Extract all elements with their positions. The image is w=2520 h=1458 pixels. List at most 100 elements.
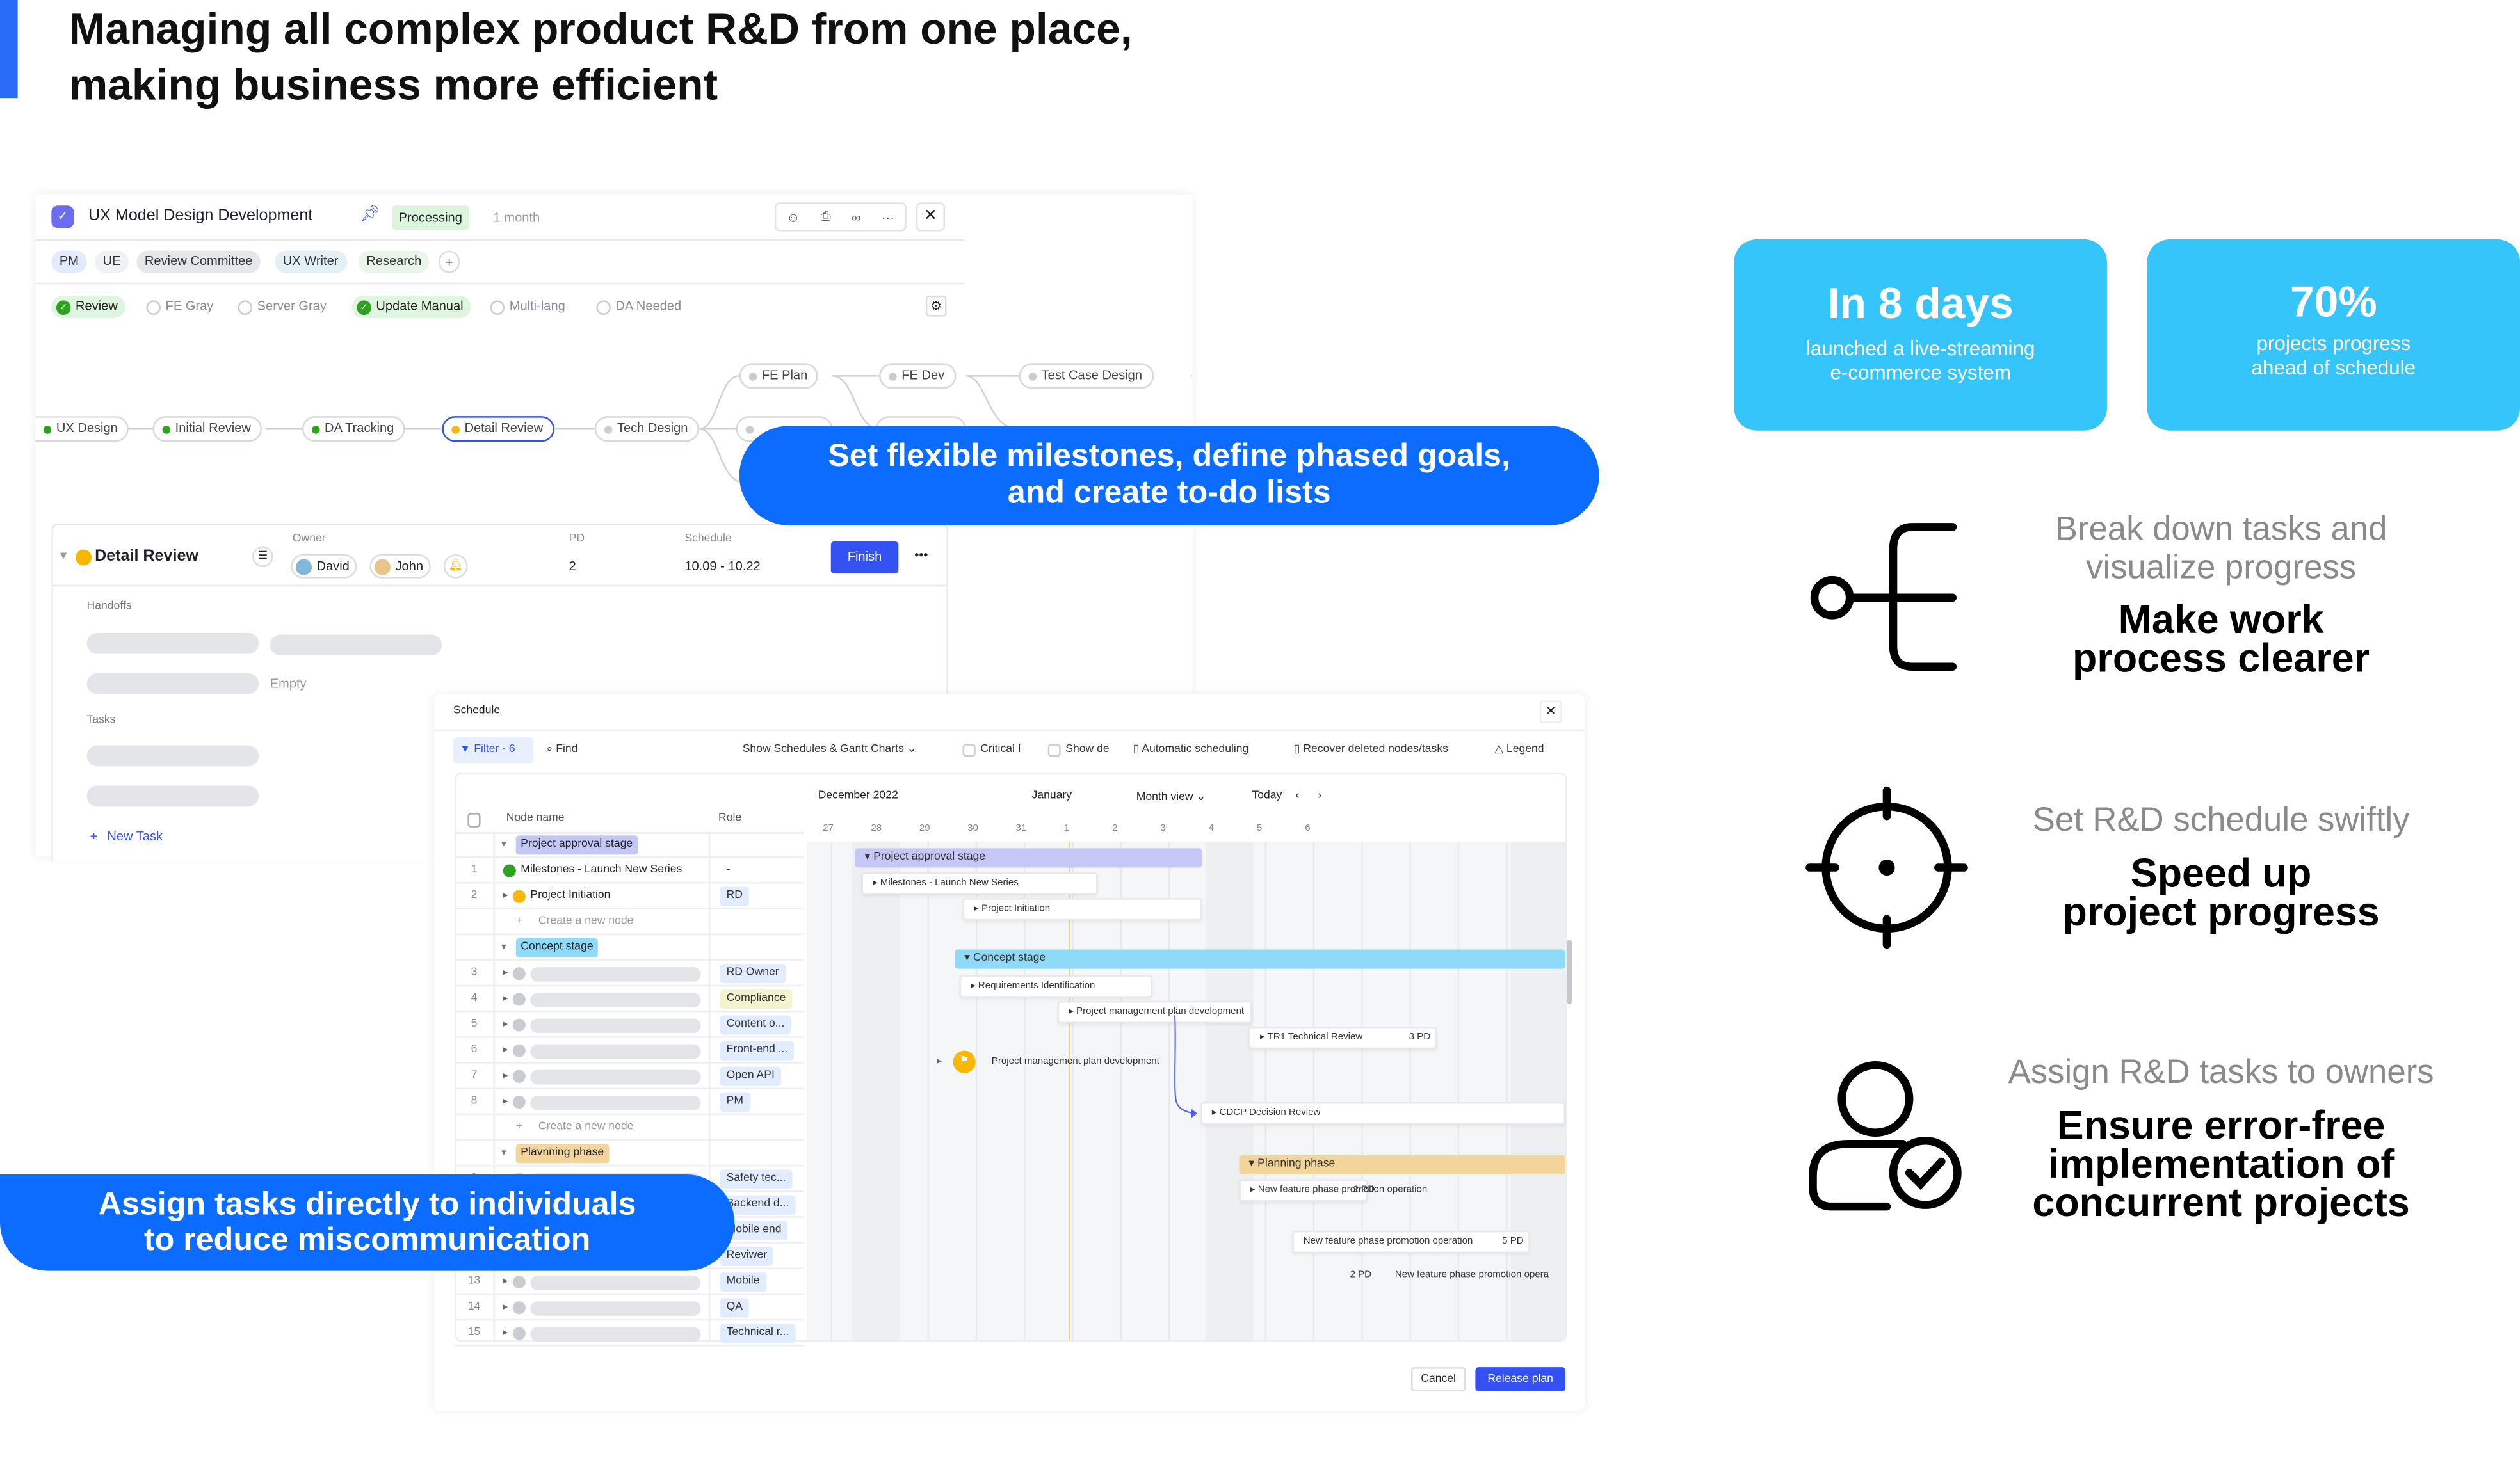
gantt-task[interactable]: ▸ CDCP Decision Review [1200,1102,1565,1125]
cancel-button[interactable]: Cancel [1410,1367,1466,1391]
owner-chip[interactable]: John [369,554,432,579]
table-row[interactable]: ▾ Project approval stage [455,832,804,858]
bookmark-icon[interactable]: ⎙ [821,209,831,225]
expand-icon[interactable]: ▸ [503,1320,508,1346]
expand-icon[interactable]: ▸ [503,884,508,909]
next-icon[interactable]: › [1318,790,1321,802]
add-role-button[interactable]: + [439,250,460,273]
checklist-item[interactable]: ✓ Update Manual [351,295,472,319]
expand-icon[interactable]: ▸ [503,961,508,986]
expand-icon[interactable]: ▸ [503,986,508,1012]
workflow-node[interactable]: Detail Review [442,416,554,442]
checklist-item[interactable]: FE Gray [146,296,213,318]
recover-button[interactable]: ▯ Recover deleted nodes/tasks [1294,742,1448,758]
workflow-node[interactable]: Tech Design [594,416,700,442]
table-row[interactable]: 3 ▸ RD Owner [455,961,804,987]
workflow-node[interactable]: Initial Review [152,416,262,442]
role-chip[interactable]: UX Writer [275,250,347,273]
gantt-task[interactable]: ▸ TR1 Technical Review 3 PD [1248,1027,1437,1050]
expand-icon[interactable]: ▸ [503,1089,508,1115]
table-row[interactable]: 13 ▸ Mobile [455,1269,804,1295]
collapse-icon[interactable]: ▾ [501,935,506,961]
gantt-task[interactable]: ▸ Requirements Identification [959,975,1152,998]
find-button[interactable]: ⌕ Find [546,742,578,758]
collapse-icon[interactable]: ▼ [58,551,69,563]
table-row[interactable]: ▾ Plavnning phase [455,1141,804,1167]
expand-icon[interactable]: ▸ [503,1064,508,1089]
table-row[interactable]: 2 ▸ Project Initiation RD [455,884,804,909]
expand-icon[interactable]: ▸ [503,1295,508,1320]
expand-icon[interactable]: ▸ [503,1038,508,1064]
show-details-checkbox[interactable]: Show de [1047,742,1110,758]
today-button[interactable]: Today [1252,790,1282,802]
auto-scheduling-button[interactable]: ▯ Automatic scheduling [1133,742,1249,758]
table-row[interactable]: ▾ Concept stage [455,935,804,961]
table-row[interactable]: 14 ▸ QA [455,1295,804,1321]
more-icon[interactable]: ••• [914,548,928,563]
gantt-stage-bar[interactable]: ▾ Project approval stage [855,848,1202,868]
role-chip[interactable]: PM [51,250,87,273]
create-node-link[interactable]: Create a new node [538,909,633,935]
collapse-icon[interactable]: ▾ [501,832,506,858]
role-chip[interactable]: UE [95,250,129,273]
create-node-link[interactable]: Create a new node [538,1115,633,1141]
close-icon[interactable]: ✕ [916,202,945,232]
table-row[interactable]: 5 ▸ Content o... [455,1012,804,1038]
release-plan-button[interactable]: Release plan [1475,1367,1565,1391]
collapse-icon[interactable]: ▾ [501,1141,506,1166]
settings-icon[interactable]: ⚙ [925,295,947,317]
checklist-item[interactable]: Multi-lang [490,296,565,318]
table-row[interactable]: 15 ▸ Technical r... [455,1320,804,1347]
table-row[interactable]: + Create a new node [455,1115,804,1141]
feature-title: Make work [2118,597,2324,643]
pin-icon[interactable]: 📌︎ [360,205,380,223]
table-row[interactable]: 1 Milestones - Launch New Series - [455,858,804,884]
expand-icon[interactable]: ▸ [937,1055,942,1067]
more-icon[interactable]: ··· [882,210,894,225]
role-chip[interactable]: Review Committee [136,250,261,273]
grid-line [1361,842,1363,1340]
gantt-stage-bar[interactable]: ▾ Concept stage [955,949,1565,969]
workflow-node[interactable]: Test Case Design [1019,363,1154,389]
stat-caption: ahead of schedule [2251,356,2416,380]
checklist-item[interactable]: ✓ Review [51,295,126,319]
table-row[interactable]: 6 ▸ Front-end ... [455,1038,804,1064]
table-row[interactable]: 4 ▸ Compliance [455,986,804,1013]
critical-checkbox[interactable]: Critical I [962,742,1021,758]
view-mode-select[interactable]: Show Schedules & Gantt Charts ⌄ [743,742,917,758]
checklist-item[interactable]: Server Gray [238,296,327,318]
node-cell: ▸ [503,1012,701,1037]
finish-button[interactable]: Finish [830,541,899,574]
table-row[interactable]: 7 ▸ Open API [455,1064,804,1089]
expand-icon[interactable]: ▸ [503,1269,508,1295]
bell-icon[interactable]: 🔔︎ [443,554,468,579]
gantt-task[interactable]: New feature phase promotion operation 5 P… [1292,1230,1530,1253]
milestone-flag-icon[interactable]: ⚑ [953,1050,976,1073]
expand-icon[interactable]: ▸ [503,1012,508,1037]
gantt-task[interactable]: ▸ Milestones - Launch New Series [861,872,1098,895]
close-icon[interactable]: ✕ [1539,700,1562,723]
comment-icon[interactable]: ☺ [787,210,800,225]
role-chip[interactable]: Research [358,250,430,273]
owner-chip[interactable]: David [291,554,358,579]
prev-icon[interactable]: ‹ [1295,790,1299,802]
workflow-node[interactable]: DA Tracking [302,416,405,442]
workflow-node[interactable]: UX Design [35,416,129,442]
workflow-node[interactable]: FE Dev [879,363,956,389]
workflow-node[interactable]: FE Plan [739,363,819,389]
new-task-button[interactable]: + New Task [90,829,163,844]
gantt-task[interactable]: New feature phase promotion opera [1395,1271,1565,1281]
list-icon[interactable]: ☰ [252,546,273,568]
placeholder-bar [270,634,442,656]
gantt-task[interactable]: ▸ New feature phase promotion operation 2… [1239,1179,1427,1202]
table-row[interactable]: 8 ▸ PM [455,1089,804,1116]
gantt-task[interactable]: ▸ Project Initiation [962,898,1202,921]
link-icon[interactable]: ∞ [852,210,860,225]
checklist-item[interactable]: DA Needed [596,296,681,318]
gantt-stage-bar[interactable]: ▾ Planning phase [1239,1155,1565,1174]
legend-button[interactable]: △ Legend [1494,742,1544,758]
month-view-select[interactable]: Month view ⌄ [1136,790,1206,804]
scrollbar[interactable] [1567,940,1572,1004]
select-all-checkbox[interactable] [467,813,481,828]
table-row[interactable]: + Create a new node [455,909,804,935]
